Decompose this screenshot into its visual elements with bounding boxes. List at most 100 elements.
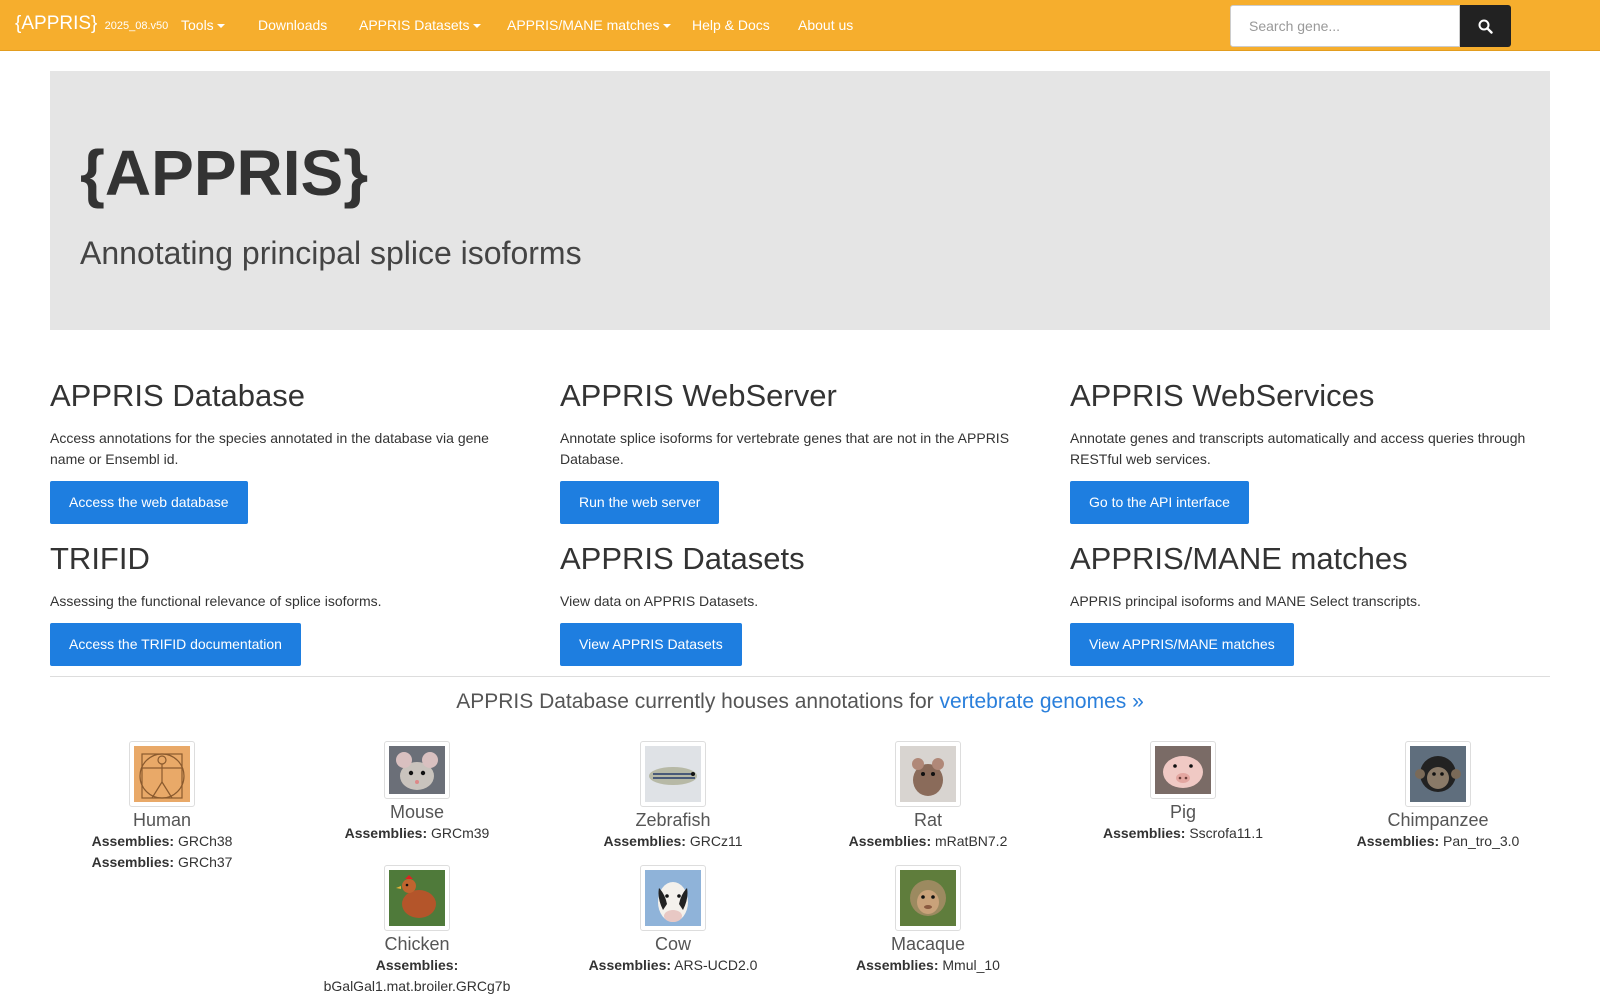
assembly-name: GRCh37	[177, 854, 233, 870]
species-name: Macaque	[890, 934, 966, 954]
card-description: Access annotations for the species annot…	[50, 430, 489, 468]
assembly-name: bGalGal1.mat.broiler.GRCg7b	[323, 978, 511, 994]
species-thumbnail[interactable]	[1405, 741, 1471, 807]
species-thumbnail[interactable]	[895, 865, 961, 931]
species-thumbnail[interactable]	[895, 741, 961, 807]
nav-appris-mane-dropdown[interactable]: APPRIS/MANE matches	[507, 17, 671, 33]
species-name: Pig	[1169, 802, 1196, 822]
species-macaque: Macaque Assemblies: Mmul_10	[803, 865, 1053, 976]
species-rat: Rat Assemblies: mRatBN7.2	[803, 741, 1053, 852]
gene-search-input[interactable]	[1230, 5, 1460, 47]
assembly-name: GRCm39	[431, 825, 490, 841]
species-section-heading: APPRIS Database currently houses annotat…	[0, 690, 1600, 714]
card-description: Annotate splice isoforms for vertebrate …	[560, 430, 1010, 468]
nav-tools-dropdown[interactable]: Tools	[181, 17, 225, 33]
search-button[interactable]	[1460, 5, 1511, 47]
nav-about-us-label[interactable]: About us	[798, 17, 853, 33]
species-chicken: Chicken Assemblies: bGalGal1.mat.broiler.…	[292, 865, 542, 997]
species-name: Human	[132, 810, 192, 830]
search-icon	[1478, 19, 1493, 34]
assembly-name: mRatBN7.2	[935, 833, 1008, 849]
assemblies-label: Assemblies:	[344, 825, 428, 841]
species-thumbnail[interactable]	[384, 865, 450, 931]
species-assembly: Assemblies: GRCm39	[292, 823, 542, 844]
pig-thumbnail	[1155, 746, 1211, 794]
go-to-api-button[interactable]: Go to the API interface	[1070, 481, 1249, 525]
card-description: APPRIS principal isoforms and MANE Selec…	[1070, 593, 1421, 610]
species-name: Rat	[913, 810, 942, 830]
species-assembly: Assemblies: Sscrofa11.1	[1058, 823, 1308, 844]
species-pig: Pig Assemblies: Sscrofa11.1	[1058, 741, 1308, 844]
species-thumbnail[interactable]	[640, 741, 706, 807]
card-title: APPRIS WebServer	[560, 378, 837, 413]
species-thumbnail[interactable]	[1150, 741, 1216, 799]
assemblies-label: Assemblies:	[1102, 825, 1186, 841]
nav-tools-label[interactable]: Tools	[181, 17, 214, 33]
species-name: Chimpanzee	[1387, 810, 1489, 830]
assemblies-label: Assemblies:	[588, 957, 672, 973]
card-trifid: TRIFID Assessing the functional relevanc…	[50, 540, 520, 667]
species-chimpanzee: Chimpanzee Assemblies: Pan_tro_3.0	[1313, 741, 1563, 852]
assembly-name: Pan_tro_3.0	[1443, 833, 1520, 849]
species-cow: Cow Assemblies: ARS-UCD2.0	[548, 865, 798, 976]
species-thumbnail[interactable]	[384, 741, 450, 799]
nav-about-us[interactable]: About us	[798, 17, 853, 33]
species-assembly: Assemblies: mRatBN7.2	[803, 831, 1053, 852]
species-heading-text: APPRIS Database currently houses annotat…	[456, 690, 934, 713]
card-description: View data on APPRIS Datasets.	[560, 593, 759, 610]
card-appris-webserver: APPRIS WebServer Annotate splice isoform…	[560, 377, 1030, 525]
cow-thumbnail	[645, 870, 701, 926]
assemblies-label: Assemblies:	[856, 957, 939, 973]
view-appris-mane-button[interactable]: View APPRIS/MANE matches	[1070, 623, 1294, 667]
nav-help-docs[interactable]: Help & Docs	[692, 17, 770, 33]
species-assembly: Assemblies: GRCh37	[37, 852, 287, 873]
caret-down-icon	[662, 24, 671, 29]
run-web-server-button[interactable]: Run the web server	[560, 481, 720, 525]
zebrafish-thumbnail	[645, 746, 701, 802]
card-title: APPRIS/MANE matches	[1070, 541, 1408, 576]
species-thumbnail[interactable]	[129, 741, 195, 807]
assemblies-label: Assemblies:	[91, 833, 175, 849]
macaque-thumbnail	[900, 870, 956, 926]
card-description: Assessing the functional relevance of sp…	[50, 593, 382, 610]
nav-help-docs-label[interactable]: Help & Docs	[692, 17, 770, 33]
nav-downloads[interactable]: Downloads	[258, 17, 327, 33]
hero-subtitle: Annotating principal splice isoforms	[80, 235, 582, 271]
assembly-name: ARS-UCD2.0	[674, 957, 758, 973]
assemblies-label: Assemblies:	[91, 854, 175, 870]
assemblies-label: Assemblies:	[1356, 833, 1440, 849]
nav-appris-datasets-label[interactable]: APPRIS Datasets	[359, 17, 470, 33]
assembly-name: Mmul_10	[942, 957, 1000, 973]
nav-appris-datasets-dropdown[interactable]: APPRIS Datasets	[359, 17, 481, 33]
assemblies-label: Assemblies:	[603, 833, 686, 849]
access-web-database-button[interactable]: Access the web database	[50, 481, 248, 525]
species-assembly: Assemblies: Mmul_10	[803, 955, 1053, 976]
brand-name[interactable]: {APPRIS}	[15, 13, 97, 34]
access-trifid-docs-button[interactable]: Access the TRIFID documentation	[50, 623, 301, 667]
species-assembly: Assemblies: GRCh38	[37, 831, 287, 852]
species-thumbnail[interactable]	[640, 865, 706, 931]
chimpanzee-thumbnail	[1410, 746, 1466, 802]
card-appris-webservices: APPRIS WebServices Annotate genes and tr…	[1070, 377, 1540, 525]
card-appris-mane-matches: APPRIS/MANE matches APPRIS principal iso…	[1070, 540, 1540, 667]
card-appris-datasets: APPRIS Datasets View data on APPRIS Data…	[560, 540, 1030, 667]
nav-downloads-label[interactable]: Downloads	[258, 17, 327, 33]
brand-logo[interactable]: {APPRIS} 2025_08.v50	[15, 13, 168, 35]
view-appris-datasets-button[interactable]: View APPRIS Datasets	[560, 623, 742, 667]
top-navbar: {APPRIS} 2025_08.v50 Tools Downloads APP…	[0, 0, 1600, 51]
card-title: APPRIS Database	[50, 378, 306, 413]
chicken-thumbnail	[389, 870, 445, 926]
vertebrate-genomes-link[interactable]: vertebrate genomes »	[939, 690, 1143, 713]
card-title: APPRIS Datasets	[560, 541, 805, 576]
assembly-name: GRCh38	[177, 833, 233, 849]
species-name: Chicken	[384, 934, 450, 954]
species-assembly: Assemblies: GRCz11	[548, 831, 798, 852]
nav-appris-mane-label[interactable]: APPRIS/MANE matches	[507, 17, 660, 33]
species-human: Human Assemblies: GRCh38 Assemblies: GRC…	[37, 741, 287, 873]
species-name: Cow	[654, 934, 691, 954]
assembly-name: Sscrofa11.1	[1189, 825, 1264, 841]
caret-down-icon	[472, 24, 481, 29]
card-title: TRIFID	[50, 541, 150, 576]
assemblies-label: Assemblies:	[848, 833, 932, 849]
species-mouse: Mouse Assemblies: GRCm39	[292, 741, 542, 844]
